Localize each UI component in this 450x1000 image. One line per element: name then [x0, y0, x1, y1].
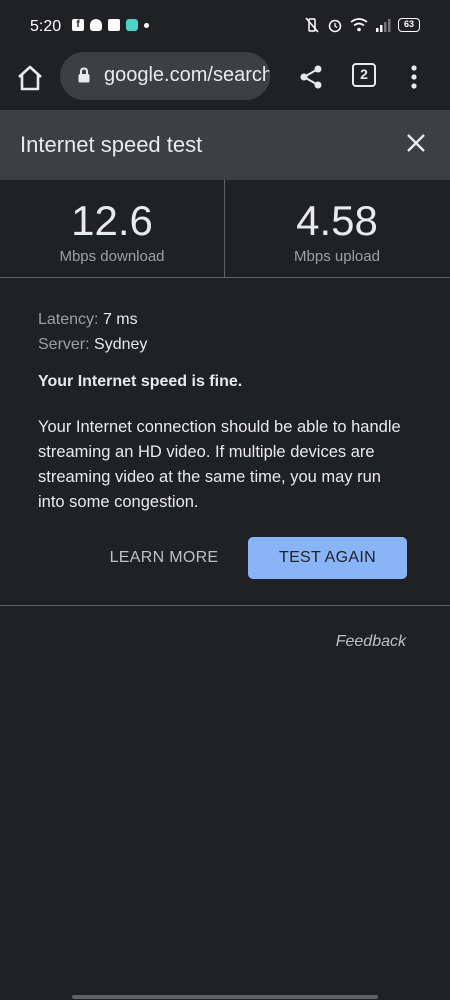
download-result: 12.6 Mbps download [0, 197, 224, 266]
snapchat-icon [90, 19, 102, 31]
feedback-link[interactable]: Feedback [336, 633, 406, 651]
latency-label: Latency: [38, 311, 99, 328]
speed-explanation: Your Internet connection should be able … [38, 418, 401, 511]
notification-icons: f [72, 19, 149, 31]
server-label: Server: [38, 336, 90, 353]
app-icon [126, 19, 138, 31]
address-bar[interactable]: google.com/search [60, 52, 270, 100]
vibrate-icon [305, 17, 319, 33]
system-icons: 63 [304, 17, 420, 33]
learn-more-button[interactable]: LEARN MORE [96, 537, 232, 579]
footer-divider [0, 605, 450, 606]
facebook-icon: f [72, 19, 84, 31]
speed-verdict: Your Internet speed is fine. [38, 373, 243, 390]
dot-icon [144, 22, 149, 28]
lock-icon [78, 67, 90, 83]
card-header: Internet speed test [0, 110, 450, 180]
outlook-icon [108, 19, 120, 31]
upload-unit: Mbps upload [294, 248, 380, 265]
status-bar: 5:20 f 63 [0, 0, 450, 52]
latency-value: 7 ms [102, 311, 138, 328]
test-details: Latency: 7 ms Server: Sydney [38, 307, 418, 357]
battery-indicator: 63 [398, 18, 420, 32]
upload-result: 4.58 Mbps upload [225, 197, 449, 266]
tab-switcher-button[interactable]: 2 [352, 63, 376, 87]
close-icon[interactable] [403, 130, 429, 156]
test-again-button[interactable]: TEST AGAIN [248, 537, 407, 579]
server-value: Sydney [94, 336, 148, 353]
wifi-icon [350, 18, 368, 32]
server-row: Server: Sydney [38, 332, 418, 357]
status-time: 5:20 [30, 18, 62, 35]
more-menu-icon[interactable] [404, 62, 424, 92]
card-title: Internet speed test [20, 132, 203, 157]
download-unit: Mbps download [59, 248, 165, 265]
home-icon[interactable] [14, 62, 46, 94]
upload-value: 4.58 [296, 197, 378, 244]
signal-icon [376, 19, 391, 32]
speed-results: 12.6 Mbps download 4.58 Mbps upload [0, 180, 450, 278]
download-value: 12.6 [71, 197, 153, 244]
url-text: google.com/search [104, 64, 270, 86]
browser-toolbar: google.com/search 2 [0, 52, 450, 110]
share-icon[interactable] [296, 62, 326, 92]
gesture-bar [72, 995, 378, 999]
latency-row: Latency: 7 ms [38, 307, 418, 332]
alarm-icon [328, 19, 342, 33]
